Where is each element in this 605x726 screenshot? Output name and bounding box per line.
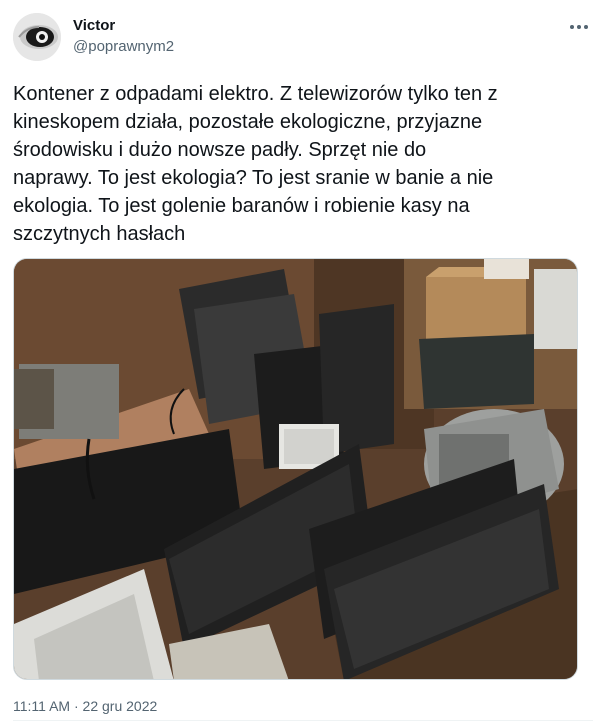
avatar[interactable]: [13, 13, 61, 61]
avatar-image: [13, 13, 61, 61]
timestamp-separator: ·: [73, 698, 79, 714]
tweet-time[interactable]: 11:11 AM: [13, 698, 70, 714]
user-handle[interactable]: @poprawnym2: [73, 37, 174, 57]
divider: [13, 720, 593, 721]
author-names: Victor @poprawnym2: [73, 16, 174, 57]
tweet-photo[interactable]: [13, 258, 578, 680]
more-options-button[interactable]: [567, 17, 591, 37]
more-options-icon: [570, 25, 588, 29]
tweet-text: Kontener z odpadami elektro. Z telewizor…: [13, 83, 498, 245]
display-name[interactable]: Victor: [73, 16, 174, 36]
tweet-header: Victor @poprawnym2: [13, 13, 593, 63]
photo-electronics-container: [14, 259, 577, 679]
tweet-card: Victor @poprawnym2 Kontener z odpadami e…: [0, 0, 605, 726]
tweet-date[interactable]: 22 gru 2022: [83, 698, 158, 714]
tweet-timestamp: 11:11 AM · 22 gru 2022: [13, 697, 157, 715]
